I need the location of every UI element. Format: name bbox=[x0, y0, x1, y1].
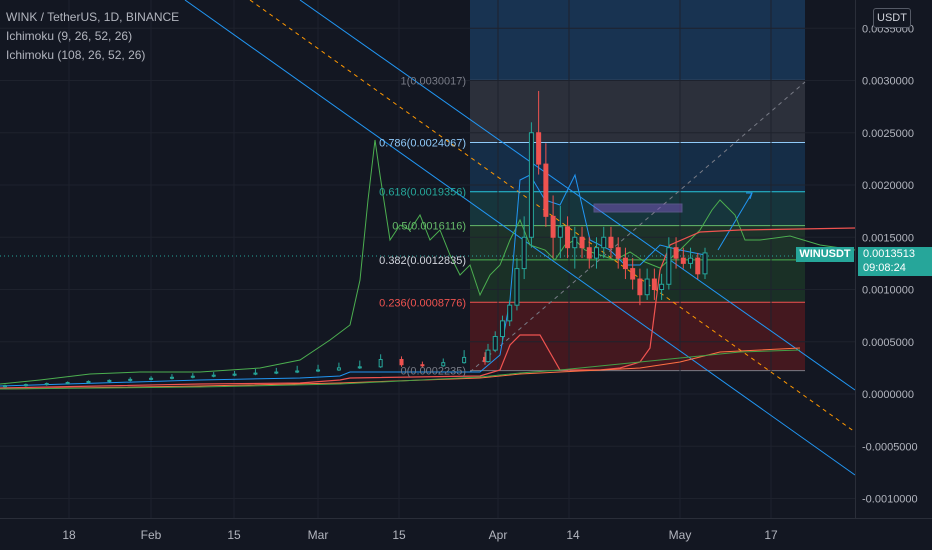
last-price-tag: 0.0013513 09:08:24 bbox=[858, 247, 932, 276]
candle-body bbox=[65, 382, 70, 385]
candle-body bbox=[274, 371, 279, 374]
fib-label: 0.236(0.0008776) bbox=[379, 297, 466, 309]
symbol-title[interactable]: WINK / TetherUS, 1D, BINANCE bbox=[6, 8, 179, 27]
candle-body bbox=[688, 257, 694, 264]
candle-body bbox=[543, 163, 549, 217]
y-tick-label: 0.0010000 bbox=[862, 285, 914, 297]
candle-body bbox=[514, 268, 520, 306]
candle-body bbox=[357, 366, 362, 369]
candle-body bbox=[630, 268, 636, 280]
y-tick-label: 0.0005000 bbox=[862, 337, 914, 349]
candle-body bbox=[23, 384, 28, 387]
x-tick-label: 15 bbox=[227, 528, 241, 542]
indicator-ichimoku-1[interactable]: Ichimoku (9, 26, 52, 26) bbox=[6, 27, 179, 46]
candle-body bbox=[680, 257, 686, 264]
candle-body bbox=[44, 383, 49, 386]
candle-body bbox=[316, 369, 321, 372]
currency-selector[interactable]: USDT bbox=[873, 8, 911, 28]
bar-countdown: 09:08:24 bbox=[863, 262, 906, 274]
resistance-box bbox=[593, 203, 683, 213]
last-price: 0.0013513 bbox=[863, 248, 915, 260]
candle-body bbox=[336, 367, 341, 371]
candle-body bbox=[536, 132, 542, 165]
candle-body bbox=[462, 356, 467, 364]
fib-label: 0.5(0.0016116) bbox=[392, 221, 466, 233]
candle-body bbox=[695, 257, 701, 275]
fib-zone bbox=[470, 302, 805, 371]
candle-body bbox=[190, 375, 195, 378]
candle-body bbox=[579, 236, 585, 249]
candle-body bbox=[651, 278, 657, 290]
candle-body bbox=[659, 283, 665, 290]
y-tick-label: 0.0020000 bbox=[862, 180, 914, 192]
fibonacci-labels: 1(0.0030017) 0.786(0.0024067) 0.618(0.0019… bbox=[379, 75, 466, 377]
price-chart[interactable]: 1(0.0030017) 0.786(0.0024067) 0.618(0.0019… bbox=[0, 0, 932, 550]
candle-body bbox=[594, 247, 599, 259]
y-tick-label: 0.0025000 bbox=[862, 128, 914, 140]
candle-body bbox=[378, 359, 383, 368]
candle-body bbox=[702, 252, 708, 275]
candle-body bbox=[211, 374, 216, 377]
fib-label: 1(0.0030017) bbox=[401, 75, 466, 87]
candle-body bbox=[507, 304, 513, 322]
candle-body bbox=[601, 236, 607, 249]
candle-body bbox=[295, 370, 300, 373]
fib-label: 0(0.0002235) bbox=[401, 366, 466, 378]
y-tick-label: -0.0010000 bbox=[862, 494, 918, 506]
candle-body bbox=[3, 385, 7, 388]
y-tick-label: 0.0015000 bbox=[862, 232, 914, 244]
candle-body bbox=[550, 215, 556, 238]
candle-body bbox=[565, 226, 571, 249]
y-tick-label: -0.0005000 bbox=[862, 441, 918, 453]
fib-label: 0.382(0.0012835) bbox=[379, 255, 466, 267]
candle-body bbox=[107, 379, 112, 382]
candle-body bbox=[528, 132, 534, 238]
fib-zone bbox=[470, 225, 805, 260]
candle-body bbox=[572, 236, 578, 249]
x-tick-label: 18 bbox=[62, 528, 76, 542]
fib-zone-top bbox=[470, 0, 805, 81]
candle-body bbox=[128, 378, 133, 381]
chart-legend: WINK / TetherUS, 1D, BINANCE Ichimoku (9… bbox=[6, 8, 179, 65]
candle-body bbox=[399, 359, 404, 366]
candle-body bbox=[673, 247, 679, 259]
indicator-ichimoku-2[interactable]: Ichimoku (108, 26, 52, 26) bbox=[6, 46, 179, 65]
y-tick-label: 0.0030000 bbox=[862, 76, 914, 88]
y-tick-label: 0.0000000 bbox=[862, 389, 914, 401]
x-tick-label: 15 bbox=[392, 528, 406, 542]
candle-body bbox=[586, 247, 592, 259]
x-tick-label: Apr bbox=[489, 528, 508, 542]
candle-body bbox=[499, 320, 505, 338]
candle-body bbox=[666, 247, 672, 285]
candle-body bbox=[644, 278, 650, 296]
candle-body bbox=[637, 278, 643, 296]
fib-label: 0.618(0.0019356) bbox=[379, 187, 466, 199]
candle-body bbox=[608, 236, 614, 249]
fib-label: 0.786(0.0024067) bbox=[379, 137, 466, 149]
candle-body bbox=[492, 336, 498, 351]
x-tick-label: Feb bbox=[141, 528, 162, 542]
candle-body bbox=[622, 257, 628, 270]
symbol-badge: WINUSDT bbox=[796, 247, 854, 262]
candle-body bbox=[521, 236, 527, 270]
candle-body bbox=[253, 372, 258, 375]
candle-body bbox=[485, 349, 491, 363]
candle-body bbox=[615, 247, 621, 259]
candle-body bbox=[86, 380, 91, 384]
x-tick-label: 17 bbox=[764, 528, 778, 542]
candle-body bbox=[557, 226, 563, 238]
candle-body bbox=[149, 377, 154, 380]
x-tick-label: Mar bbox=[308, 528, 329, 542]
fib-zone bbox=[470, 142, 805, 192]
x-tick-label: May bbox=[669, 528, 692, 542]
candle-body bbox=[169, 376, 174, 379]
x-tick-label: 14 bbox=[566, 528, 580, 542]
candle-body bbox=[232, 373, 237, 376]
